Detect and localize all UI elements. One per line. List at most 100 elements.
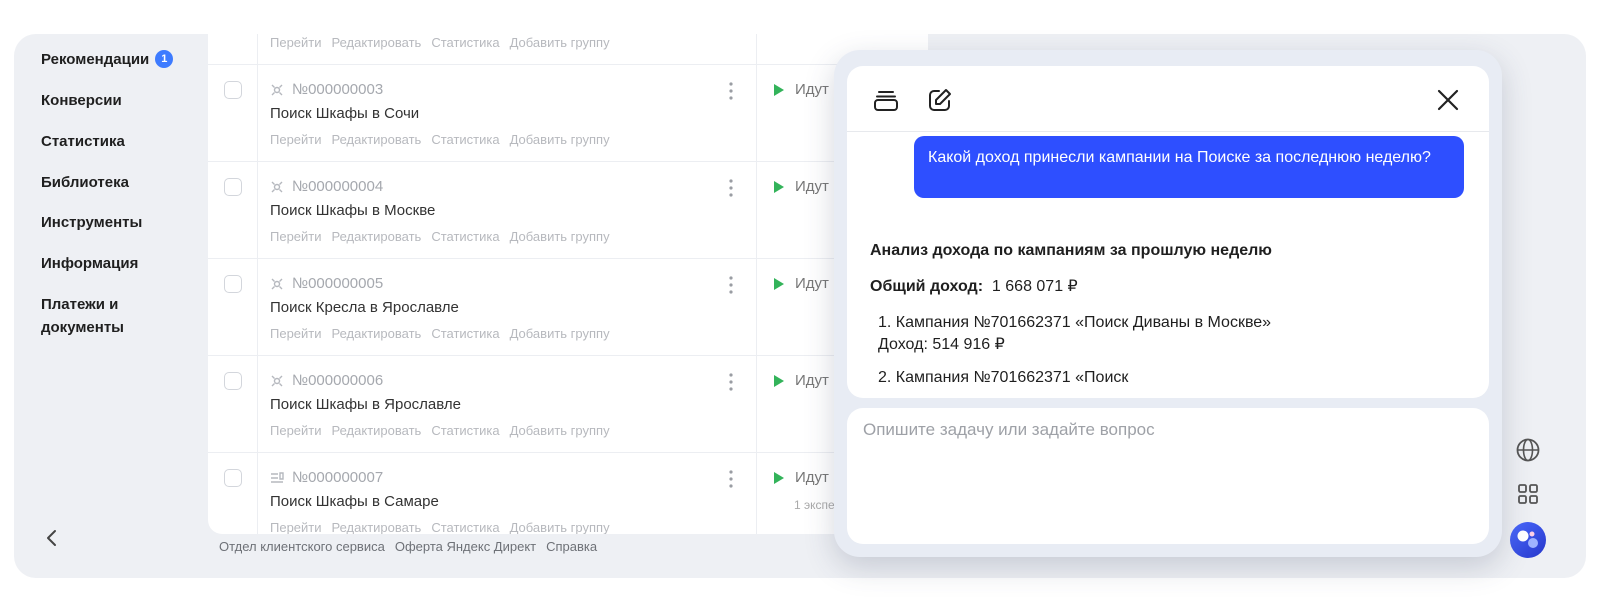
action-edit[interactable]: Редактировать bbox=[332, 35, 422, 50]
prompt-input[interactable] bbox=[863, 420, 1473, 530]
assistant-panel: Какой доход принесли кампании на Поиске … bbox=[834, 50, 1502, 557]
action-add-group[interactable]: Добавить группу bbox=[510, 326, 610, 341]
action-go[interactable]: Перейти bbox=[270, 132, 322, 147]
play-icon bbox=[774, 471, 784, 484]
row-actions: Перейти Редактировать Статистика Добавить г… bbox=[270, 229, 620, 244]
sidebar-item-statistics[interactable]: Статистика bbox=[41, 130, 125, 153]
action-go[interactable]: Перейти bbox=[270, 423, 322, 438]
answer-heading: Анализ дохода по кампаниям за прошлую не… bbox=[870, 242, 1272, 259]
action-go[interactable]: Перейти bbox=[270, 229, 322, 244]
campaign-name[interactable]: Поиск Кресла в Ярославле bbox=[270, 299, 459, 316]
row-checkbox[interactable] bbox=[224, 275, 242, 293]
campaign-name[interactable]: Поиск Шкафы в Ярославле bbox=[270, 396, 461, 413]
footer-links: Отдел клиентского сервиса Оферта Яндекс Д… bbox=[219, 539, 607, 554]
campaign-status: Идут bbox=[774, 372, 829, 389]
footer-link-offer[interactable]: Оферта Яндекс Директ bbox=[395, 539, 536, 554]
table-row: Перейти Редактировать Статистика Добавить г… bbox=[208, 34, 928, 65]
campaign-status: Идут bbox=[774, 469, 829, 486]
table-row: №000000004 Поиск Шкафы в Москве Перейти Р… bbox=[208, 162, 928, 259]
answer-item-1-revenue: Доход: 514 916 ₽ bbox=[878, 336, 1005, 353]
search-campaign-icon bbox=[270, 180, 284, 194]
globe-icon[interactable] bbox=[1514, 436, 1542, 464]
answer-item-2-title: 2. Кампания №701662371 «Поиск bbox=[878, 369, 1129, 386]
campaign-table: Перейти Редактировать Статистика Добавить г… bbox=[208, 34, 928, 534]
close-icon[interactable] bbox=[1433, 85, 1463, 115]
chat-history-icon[interactable] bbox=[871, 85, 901, 115]
row-actions: Перейти Редактировать Статистика Добавить г… bbox=[270, 132, 620, 147]
campaign-id: №000000007 bbox=[292, 469, 384, 486]
more-vertical-icon[interactable] bbox=[724, 469, 738, 489]
search-campaign-icon bbox=[270, 277, 284, 291]
campaign-name[interactable]: Поиск Шкафы в Самаре bbox=[270, 493, 439, 510]
action-add-group[interactable]: Добавить группу bbox=[510, 229, 610, 244]
sidebar-item-tools[interactable]: Инструменты bbox=[41, 211, 142, 234]
more-vertical-icon[interactable] bbox=[724, 372, 738, 392]
action-go[interactable]: Перейти bbox=[270, 35, 322, 50]
action-edit[interactable]: Редактировать bbox=[332, 326, 422, 341]
answer-total: Общий доход: 1 668 071 ₽ bbox=[870, 276, 1078, 296]
search-campaign-icon bbox=[270, 83, 284, 97]
campaign-name[interactable]: Поиск Шкафы в Москве bbox=[270, 202, 435, 219]
action-statistics[interactable]: Статистика bbox=[431, 229, 499, 244]
action-add-group[interactable]: Добавить группу bbox=[510, 132, 610, 147]
assistant-avatar-icon[interactable] bbox=[1509, 521, 1547, 559]
row-actions: Перейти Редактировать Статистика Добавить г… bbox=[270, 35, 620, 50]
sidebar-item-label: Платежи и документы bbox=[41, 296, 124, 336]
chevron-left-icon[interactable] bbox=[42, 526, 62, 550]
action-go[interactable]: Перейти bbox=[270, 326, 322, 341]
new-chat-edit-icon[interactable] bbox=[925, 85, 955, 115]
sidebar: Рекомендации 1 Конверсии Статистика Библи… bbox=[14, 34, 204, 578]
action-statistics[interactable]: Статистика bbox=[431, 326, 499, 341]
row-checkbox[interactable] bbox=[224, 372, 242, 390]
more-vertical-icon[interactable] bbox=[724, 178, 738, 198]
sidebar-item-label: Конверсии bbox=[41, 92, 122, 109]
footer-link-help[interactable]: Справка bbox=[546, 539, 597, 554]
sidebar-item-label: Информация bbox=[41, 255, 139, 272]
action-statistics[interactable]: Статистика bbox=[431, 520, 499, 534]
sidebar-item-library[interactable]: Библиотека bbox=[41, 171, 129, 194]
row-actions: Перейти Редактировать Статистика Добавить г… bbox=[270, 423, 620, 438]
apps-grid-icon[interactable] bbox=[1514, 480, 1542, 508]
row-checkbox[interactable] bbox=[224, 178, 242, 196]
action-add-group[interactable]: Добавить группу bbox=[510, 35, 610, 50]
table-row: №000000007 Поиск Шкафы в Самаре Перейти Р… bbox=[208, 453, 928, 534]
campaign-status: Идут bbox=[774, 275, 829, 292]
more-vertical-icon[interactable] bbox=[724, 275, 738, 295]
action-go[interactable]: Перейти bbox=[270, 520, 322, 534]
sidebar-item-payments[interactable]: Платежи и документы bbox=[41, 293, 151, 339]
sidebar-item-information[interactable]: Информация bbox=[41, 252, 138, 275]
sidebar-item-label: Библиотека bbox=[41, 174, 129, 191]
action-statistics[interactable]: Статистика bbox=[431, 423, 499, 438]
action-edit[interactable]: Редактировать bbox=[332, 132, 422, 147]
action-add-group[interactable]: Добавить группу bbox=[510, 423, 610, 438]
action-edit[interactable]: Редактировать bbox=[332, 229, 422, 244]
play-icon bbox=[774, 277, 784, 290]
row-checkbox[interactable] bbox=[224, 81, 242, 99]
chat-card: Какой доход принесли кампании на Поиске … bbox=[847, 66, 1489, 398]
more-vertical-icon[interactable] bbox=[724, 81, 738, 101]
play-icon bbox=[774, 180, 784, 193]
row-actions: Перейти Редактировать Статистика Добавить г… bbox=[270, 326, 620, 341]
campaign-status: Идут bbox=[774, 81, 829, 98]
sidebar-item-conversions[interactable]: Конверсии bbox=[41, 89, 122, 112]
chat-header bbox=[847, 66, 1489, 132]
action-statistics[interactable]: Статистика bbox=[431, 132, 499, 147]
action-edit[interactable]: Редактировать bbox=[332, 520, 422, 534]
footer-link-client-service[interactable]: Отдел клиентского сервиса bbox=[219, 539, 385, 554]
campaign-id: №000000006 bbox=[292, 372, 384, 389]
sidebar-item-label: Статистика bbox=[41, 133, 125, 150]
action-edit[interactable]: Редактировать bbox=[332, 423, 422, 438]
action-add-group[interactable]: Добавить группу bbox=[510, 520, 610, 534]
total-value: 1 668 071 ₽ bbox=[991, 278, 1078, 295]
input-card bbox=[847, 408, 1489, 544]
search-campaign-icon bbox=[270, 374, 284, 388]
row-actions: Перейти Редактировать Статистика Добавить г… bbox=[270, 520, 620, 534]
action-statistics[interactable]: Статистика bbox=[431, 35, 499, 50]
play-icon bbox=[774, 374, 784, 387]
campaign-status: Идут bbox=[774, 178, 829, 195]
text-campaign-icon bbox=[270, 471, 284, 485]
row-checkbox[interactable] bbox=[224, 469, 242, 487]
table-row: №000000006 Поиск Шкафы в Ярославле Перей… bbox=[208, 356, 928, 453]
sidebar-item-recommendations[interactable]: Рекомендации 1 bbox=[41, 48, 174, 71]
campaign-name[interactable]: Поиск Шкафы в Сочи bbox=[270, 105, 419, 122]
